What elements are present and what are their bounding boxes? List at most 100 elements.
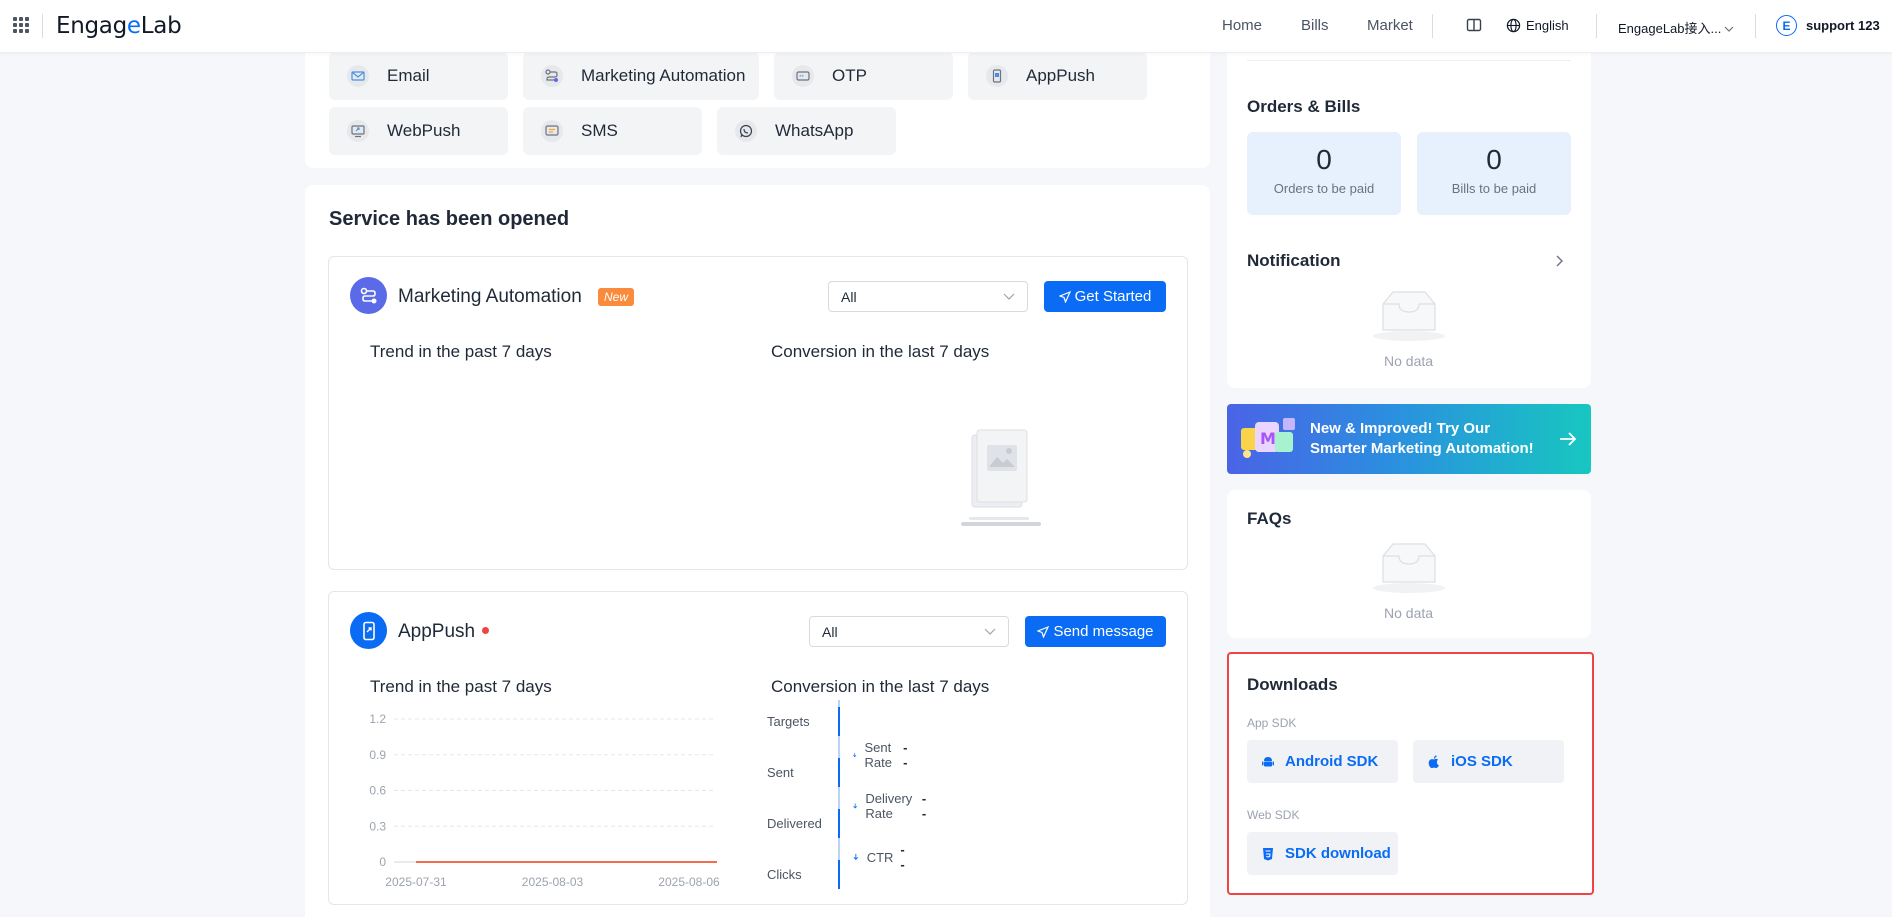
arrow-down-icon — [853, 803, 858, 809]
header-divider — [1755, 14, 1756, 38]
docs-book-icon[interactable] — [1466, 17, 1482, 33]
engagelab-logo[interactable]: EngageLab — [56, 13, 182, 39]
funnel-stage-targets: Targets — [767, 714, 810, 729]
funnel-rate-delivery: Delivery Rate -- — [852, 791, 927, 821]
html5-icon — [1263, 847, 1273, 860]
product-tile-sms[interactable]: SMS — [523, 107, 702, 155]
funnel-bar — [838, 758, 840, 787]
chevron-down-icon — [1003, 293, 1015, 300]
funnel-rate-sent: Sent Rate -- — [852, 740, 908, 770]
rate-label: Delivery Rate — [865, 791, 913, 821]
header-divider — [1432, 14, 1433, 38]
orders-bills-title: Orders & Bills — [1247, 97, 1361, 116]
sdk-download-button[interactable]: SDK download — [1247, 832, 1398, 875]
rate-value: -- — [921, 791, 927, 821]
apppush-filter-select[interactable]: All — [809, 616, 1009, 647]
monitor-icon — [347, 120, 369, 142]
product-label: WhatsApp — [775, 121, 854, 140]
ios-sdk-button[interactable]: iOS SDK — [1413, 740, 1564, 783]
mail-icon — [347, 65, 369, 87]
button-label: Send message — [1053, 623, 1154, 640]
notification-empty-text: No data — [1384, 353, 1434, 369]
product-label: Email — [387, 66, 430, 85]
marketing-automation-banner[interactable]: M New & Improved! Try Our Smarter Market… — [1227, 404, 1591, 474]
product-tile-apppush[interactable]: AppPush — [968, 52, 1147, 100]
services-title: Service has been opened — [329, 208, 570, 230]
conversion-title: Conversion in the last 7 days — [771, 677, 990, 696]
nav-home[interactable]: Home — [1222, 17, 1262, 34]
nav-bills[interactable]: Bills — [1301, 17, 1329, 34]
workspace-selector[interactable]: EngageLab接入... — [1618, 18, 1734, 37]
whatsapp-icon — [735, 120, 757, 142]
orders-to-pay-stat[interactable]: 0 Orders to be paid — [1247, 132, 1401, 215]
funnel-stage-delivered: Delivered — [767, 816, 822, 831]
get-started-button[interactable]: Get Started — [1044, 281, 1166, 312]
top-bar: EngageLab Home Bills Market English Enga… — [0, 0, 1892, 53]
funnel-stage-sent: Sent — [767, 765, 794, 780]
faqs-empty-text: No data — [1384, 605, 1434, 621]
empty-inbox-icon — [1373, 543, 1445, 593]
product-tile-email[interactable]: Email — [329, 52, 508, 100]
funnel-bar — [838, 707, 840, 736]
button-label: iOS SDK — [1451, 753, 1513, 770]
faqs-title: FAQs — [1247, 509, 1292, 528]
rate-value: -- — [903, 740, 908, 770]
new-badge: New — [598, 288, 635, 306]
phone-icon — [986, 65, 1008, 87]
apple-icon — [1428, 754, 1439, 768]
y-tick-label: 0 — [379, 855, 386, 869]
y-tick-label: 1.2 — [369, 712, 386, 726]
y-tick-label: 0.6 — [369, 784, 386, 798]
chevron-right-icon[interactable] — [1555, 254, 1565, 268]
stat-number: 0 — [1486, 144, 1502, 175]
product-tile-otp[interactable]: ** OTP — [774, 52, 953, 100]
product-label: SMS — [581, 121, 618, 140]
notification-title: Notification — [1247, 251, 1341, 270]
send-message-button[interactable]: Send message — [1025, 616, 1166, 647]
funnel-bar — [838, 860, 840, 889]
username[interactable]: support 123 — [1806, 18, 1880, 33]
apppush-panel: AppPush All Send message Trend in the pa… — [328, 591, 1188, 905]
service-name: Marketing Automation — [398, 286, 582, 307]
svg-text:**: ** — [799, 75, 805, 81]
chevron-down-icon — [984, 628, 996, 635]
button-label: SDK download — [1285, 845, 1391, 862]
funnel-stage-clicks: Clicks — [767, 867, 802, 882]
sms-icon — [541, 120, 563, 142]
y-tick-label: 0.3 — [369, 819, 386, 833]
flow-icon — [350, 277, 387, 314]
android-icon — [1262, 756, 1274, 766]
banner-text: New & Improved! Try Our Smarter Marketin… — [1310, 420, 1534, 457]
product-label: OTP — [832, 66, 867, 85]
marketing-automation-panel: Marketing Automation New All Get Started… — [328, 256, 1188, 570]
avatar[interactable]: E — [1776, 15, 1797, 36]
flow-icon — [541, 65, 563, 87]
x-tick-label: 2025-07-31 — [385, 875, 447, 889]
language-selector[interactable]: English — [1526, 18, 1569, 33]
button-label: Android SDK — [1285, 753, 1379, 770]
y-tick-label: 0.9 — [369, 748, 386, 762]
app-grid-icon[interactable] — [13, 17, 29, 33]
product-tile-whatsapp[interactable]: WhatsApp — [717, 107, 896, 155]
x-tick-label: 2025-08-06 — [658, 875, 720, 889]
divider — [1247, 60, 1571, 61]
product-tile-webpush[interactable]: WebPush — [329, 107, 508, 155]
funnel-bar — [838, 809, 840, 838]
downloads-card: Downloads App SDK Android SDK iOS SDK We… — [1227, 652, 1594, 895]
app-sdk-label: App SDK — [1247, 716, 1297, 730]
arrow-down-icon — [853, 853, 859, 860]
nav-market[interactable]: Market — [1367, 17, 1413, 34]
android-sdk-button[interactable]: Android SDK — [1247, 740, 1398, 783]
product-label: AppPush — [1026, 66, 1095, 85]
marketing-filter-select[interactable]: All — [828, 281, 1028, 312]
send-icon — [1037, 625, 1050, 638]
product-tile-marketing-automation[interactable]: Marketing Automation — [523, 52, 759, 100]
empty-inbox-icon — [1373, 291, 1445, 341]
funnel-rate-ctr: CTR -- — [852, 842, 907, 872]
otp-icon: ** — [792, 65, 814, 87]
rate-label: CTR — [866, 849, 894, 865]
bills-to-pay-stat[interactable]: 0 Bills to be paid — [1417, 132, 1571, 215]
products-card: Email Marketing Automation ** OTP AppPus… — [305, 40, 1210, 168]
conversion-title: Conversion in the last 7 days — [771, 342, 990, 361]
rate-label: Sent Rate — [864, 740, 892, 770]
